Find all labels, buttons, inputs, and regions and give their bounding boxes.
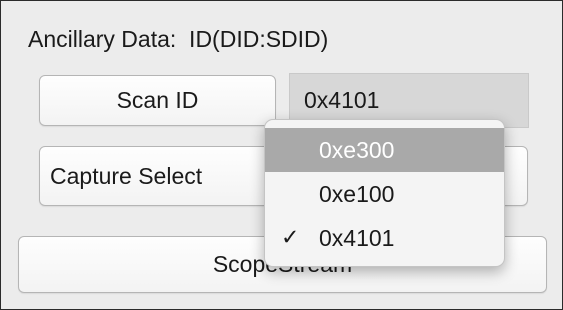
menu-item-0x4101[interactable]: ✓ 0x4101 bbox=[265, 216, 504, 260]
menu-item-label: 0xe100 bbox=[319, 180, 395, 207]
scan-id-button[interactable]: Scan ID bbox=[39, 75, 276, 126]
ancillary-data-panel: Ancillary Data: ID(DID:SDID) Scan ID 0x4… bbox=[0, 0, 563, 310]
menu-item-0xe100[interactable]: 0xe100 bbox=[265, 172, 504, 216]
id-dropdown-menu: 0xe300 0xe100 ✓ 0x4101 bbox=[264, 119, 505, 267]
id-select-value: 0x4101 bbox=[304, 87, 380, 113]
panel-title: Ancillary Data: ID(DID:SDID) bbox=[28, 26, 329, 52]
menu-item-label: 0x4101 bbox=[319, 224, 395, 251]
menu-item-0xe300[interactable]: 0xe300 bbox=[265, 128, 504, 172]
checkmark-icon: ✓ bbox=[281, 225, 300, 251]
menu-item-label: 0xe300 bbox=[319, 136, 395, 163]
